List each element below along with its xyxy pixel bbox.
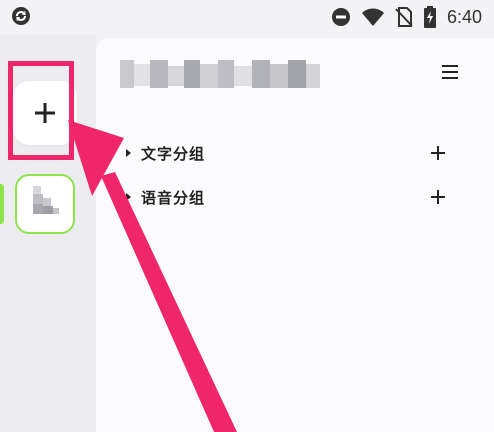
active-server-indicator	[0, 184, 4, 224]
group-label: 文字分组	[141, 144, 206, 163]
hamburger-menu-icon[interactable]	[438, 60, 462, 84]
text-channel-group[interactable]: 文字分组	[126, 139, 446, 167]
clock: 6:40	[446, 7, 482, 27]
server-name-blurred	[120, 56, 324, 92]
status-icons: 6:40	[331, 6, 482, 28]
server-rail	[0, 34, 96, 432]
do-not-disturb-icon	[331, 8, 350, 26]
plus-icon[interactable]	[428, 143, 448, 163]
caret-right-icon	[126, 149, 131, 157]
group-label: 语音分组	[141, 188, 206, 207]
sync-icon	[12, 7, 30, 25]
wifi-icon	[361, 8, 384, 26]
server-avatar[interactable]	[15, 174, 75, 234]
status-bar: 6:40	[0, 0, 494, 34]
plus-icon[interactable]	[428, 187, 448, 207]
caret-right-icon	[126, 193, 131, 201]
highlight-box	[8, 61, 74, 160]
no-sim-icon	[395, 7, 413, 27]
battery-charging-icon	[423, 6, 436, 28]
voice-channel-group[interactable]: 语音分组	[126, 183, 446, 211]
channel-panel: 文字分组 语音分组	[96, 38, 494, 432]
